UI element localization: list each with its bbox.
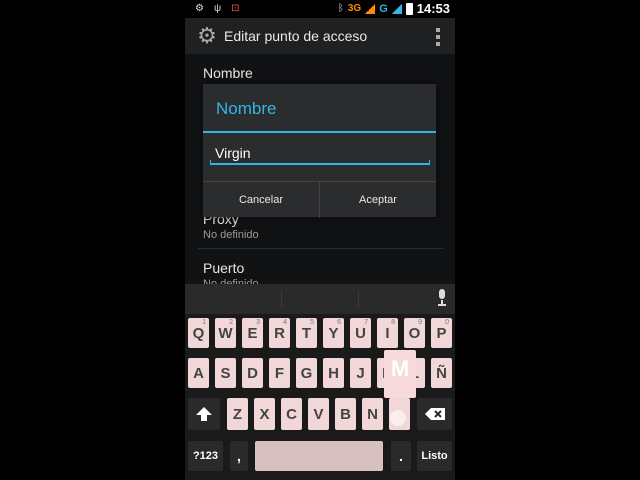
pref-item-proxy-summary: No definido [203, 229, 259, 241]
delete-key[interactable] [417, 398, 452, 430]
key-o[interactable]: 9O [404, 318, 425, 348]
key-q[interactable]: 1Q [188, 318, 209, 348]
key-n-tilde[interactable]: Ñ [431, 358, 452, 388]
settings-notification-icon: ⚙ [195, 3, 204, 14]
dialog-button-bar: Cancelar Aceptar [203, 181, 436, 218]
shift-arrow-icon [196, 407, 212, 421]
name-input[interactable] [211, 142, 437, 164]
dialog-title: Nombre [216, 99, 277, 118]
signal-icon [365, 3, 376, 14]
battery-icon [405, 2, 413, 15]
key-e[interactable]: 3E [242, 318, 263, 348]
suggestion-separator [281, 290, 282, 308]
key-y[interactable]: 6Y [323, 318, 344, 348]
key-u[interactable]: 7U [350, 318, 371, 348]
signal-icon-2 [391, 3, 402, 14]
shift-key[interactable] [188, 398, 220, 430]
cancel-button[interactable]: Cancelar [203, 182, 319, 218]
backspace-icon [424, 408, 445, 420]
status-bar: ⚙ ψ ⊡ ᛒ 3G G 14:53 [185, 0, 455, 18]
suggestion-separator [358, 290, 359, 308]
key-h[interactable]: H [323, 358, 344, 388]
key-preview-popup: M [384, 350, 416, 398]
key-j[interactable]: J [350, 358, 371, 388]
key-a[interactable]: A [188, 358, 209, 388]
key-f[interactable]: F [269, 358, 290, 388]
key-x[interactable]: X [254, 398, 275, 430]
space-key[interactable] [255, 441, 383, 471]
settings-gear-icon[interactable]: ⚙ [196, 25, 218, 47]
key-r[interactable]: 4R [269, 318, 290, 348]
key-z[interactable]: Z [227, 398, 248, 430]
key-b[interactable]: B [335, 398, 356, 430]
symbols-key[interactable]: ?123 [188, 441, 223, 471]
network-3g-label: 3G [347, 3, 362, 14]
microphone-icon[interactable] [437, 289, 447, 309]
key-t[interactable]: 5T [296, 318, 317, 348]
key-w[interactable]: 2W [215, 318, 236, 348]
key-g[interactable]: G [296, 358, 317, 388]
done-key[interactable]: Listo [417, 441, 452, 471]
key-c[interactable]: C [281, 398, 302, 430]
key-d[interactable]: D [242, 358, 263, 388]
input-underline [210, 160, 430, 165]
key-i[interactable]: 8I [377, 318, 398, 348]
suggestion-strip[interactable] [185, 284, 455, 314]
network-g-label: G [379, 2, 388, 15]
period-key[interactable]: . [391, 441, 411, 471]
clock: 14:53 [416, 1, 450, 16]
debug-icon: ⊡ [231, 3, 240, 14]
dialog-title-divider [203, 131, 436, 133]
action-bar-title: Editar punto de acceso [224, 28, 368, 44]
pref-item-puerto-title[interactable]: Puerto [203, 260, 244, 276]
overflow-menu-icon[interactable] [436, 28, 440, 46]
bluetooth-icon: ᛒ [337, 2, 344, 14]
key-s[interactable]: S [215, 358, 236, 388]
touch-indicator [390, 410, 406, 426]
edit-name-dialog: Nombre Cancelar Aceptar [203, 84, 437, 218]
list-divider [198, 248, 444, 249]
key-n[interactable]: N [362, 398, 383, 430]
key-v[interactable]: V [308, 398, 329, 430]
key-p[interactable]: 0P [431, 318, 452, 348]
usb-icon: ψ [213, 3, 222, 14]
phone-screen: ⚙ ψ ⊡ ᛒ 3G G 14:53 ⚙ Editar punto de acc… [185, 0, 455, 480]
pref-item-nombre-title[interactable]: Nombre [203, 65, 253, 81]
comma-key[interactable]: , [230, 441, 248, 471]
soft-keyboard: 1Q 2W 3E 4R 5T 6Y 7U 8I 9O 0P A S D F G … [185, 284, 455, 480]
accept-button[interactable]: Aceptar [319, 182, 436, 218]
action-bar: ⚙ Editar punto de acceso [185, 18, 455, 54]
